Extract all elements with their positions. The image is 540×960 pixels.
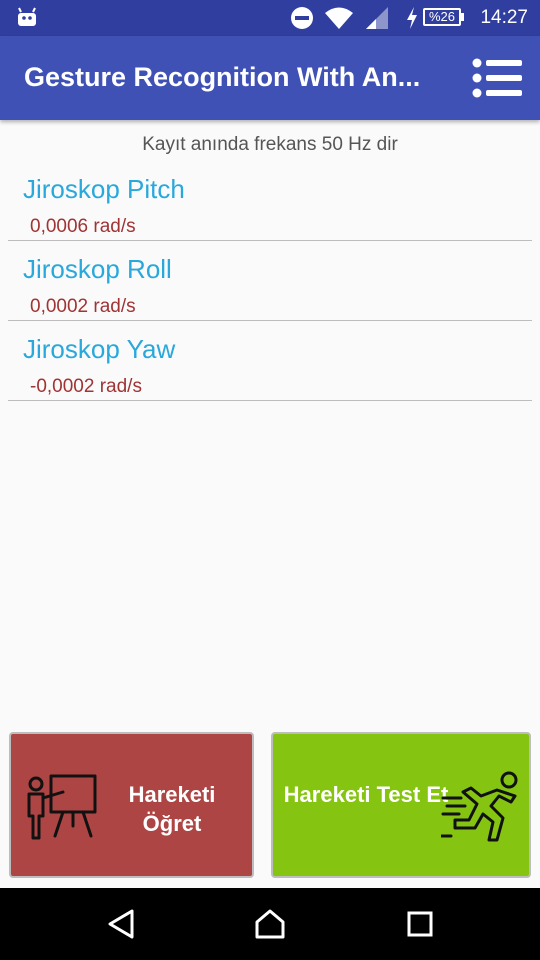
battery-tip xyxy=(461,13,464,21)
sensor-name: Jiroskop Yaw xyxy=(23,334,176,364)
battery-level: %26 xyxy=(428,9,456,24)
back-icon[interactable] xyxy=(106,908,136,940)
do-not-disturb-icon xyxy=(291,7,313,29)
sensor-row-yaw: Jiroskop Yaw -0,0002 rad/s xyxy=(8,320,532,401)
sensor-row-roll: Jiroskop Roll 0,0002 rad/s xyxy=(8,240,532,321)
list-menu-icon[interactable] xyxy=(472,58,522,98)
sensor-name: Jiroskop Pitch xyxy=(23,174,185,204)
test-gesture-button[interactable]: Hareketi Test Et xyxy=(271,732,531,878)
signal-icon xyxy=(366,7,388,29)
android-icon xyxy=(18,7,36,26)
app-title: Gesture Recognition With An... xyxy=(24,62,421,92)
wifi-icon xyxy=(325,7,353,29)
app-toolbar: Gesture Recognition With An... xyxy=(0,36,540,120)
status-bar: %26 14:27 xyxy=(0,0,540,36)
teach-gesture-button[interactable]: Hareketi Öğret xyxy=(9,732,254,878)
sensor-value: -0,0002 rad/s xyxy=(30,376,142,397)
home-icon[interactable] xyxy=(254,908,286,940)
teach-button-label: Hareketi Öğret xyxy=(128,782,216,836)
recents-icon[interactable] xyxy=(406,908,434,940)
running-man-icon xyxy=(441,771,518,842)
sensor-row-pitch: Jiroskop Pitch 0,0006 rad/s xyxy=(8,160,532,241)
test-button-label: Hareketi Test Et xyxy=(283,782,449,807)
sensor-name: Jiroskop Roll xyxy=(23,254,172,284)
teacher-board-icon xyxy=(27,774,97,840)
frequency-info: Kayıt anında frekans 50 Hz dir xyxy=(142,134,398,155)
charging-icon xyxy=(407,7,417,29)
status-time: 14:27 xyxy=(480,7,528,28)
battery-icon: %26 xyxy=(423,8,461,26)
sensor-value: 0,0002 rad/s xyxy=(30,296,136,317)
navigation-bar xyxy=(0,888,540,960)
sensor-value: 0,0006 rad/s xyxy=(30,216,136,237)
